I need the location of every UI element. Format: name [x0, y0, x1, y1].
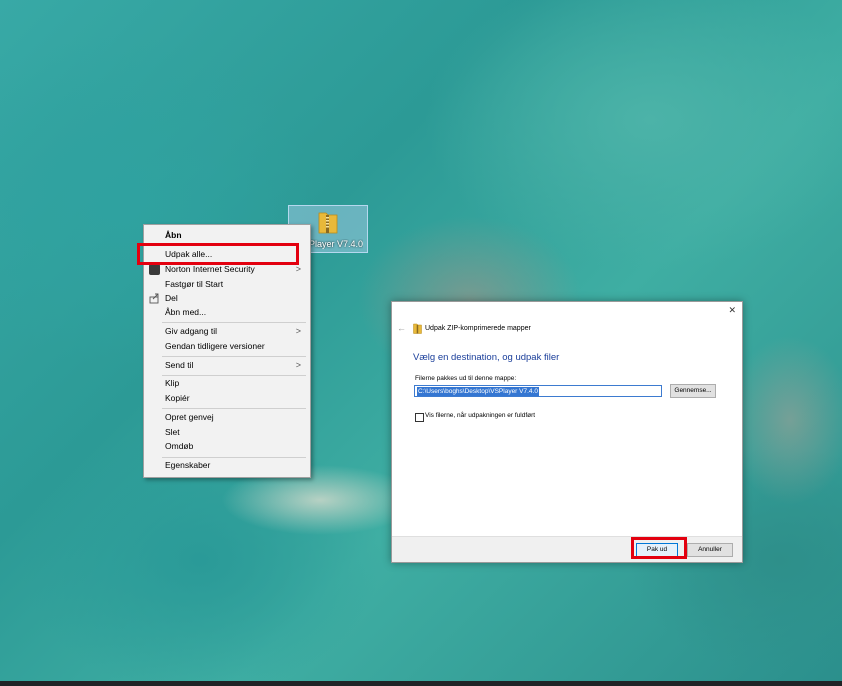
cancel-button[interactable]: Annuller	[687, 543, 733, 557]
menu-item-label: Giv adgang til	[165, 326, 217, 336]
menu-item-copy[interactable]: Kopiér	[144, 391, 310, 406]
menu-item-cut[interactable]: Klip	[144, 376, 310, 391]
chevron-right-icon: >	[295, 326, 301, 336]
destination-path-input[interactable]: C:\Users\boghs\Desktop\VSPlayer V7.4.0	[414, 385, 662, 397]
browse-button[interactable]: Gennemse...	[670, 384, 716, 398]
menu-item-share[interactable]: Del	[144, 291, 310, 306]
menu-item-give-access[interactable]: Giv adgang til >	[144, 324, 310, 339]
menu-item-label: Klip	[165, 378, 180, 388]
share-icon	[149, 293, 159, 304]
menu-separator	[162, 322, 306, 323]
zip-folder-icon	[318, 212, 338, 234]
menu-item-open-with[interactable]: Åbn med...	[144, 305, 310, 320]
menu-item-label: Send til	[165, 360, 194, 370]
dialog-title: Udpak ZIP-komprimerede mapper	[425, 325, 531, 332]
destination-path-value: C:\Users\boghs\Desktop\VSPlayer V7.4.0	[417, 387, 539, 396]
dialog-heading: Vælg en destination, og udpak filer	[413, 352, 560, 363]
show-files-label: Vis filerne, når udpakningen er fuldført	[425, 412, 536, 419]
desktop-background: VSPlayer V7.4.0.zip Åbn Udpak alle... No…	[0, 0, 842, 686]
menu-item-label: Åbn med...	[165, 307, 207, 317]
menu-separator	[162, 408, 306, 409]
menu-item-label: Åbn	[165, 230, 182, 240]
menu-item-label: Omdøb	[165, 441, 194, 451]
menu-item-label: Egenskaber	[165, 460, 211, 470]
menu-item-label: Fastgør til Start	[165, 279, 224, 289]
menu-item-label: Del	[165, 293, 178, 303]
chevron-right-icon: >	[295, 360, 301, 370]
extract-button-highlight	[631, 537, 687, 559]
menu-item-label: Gendan tidligere versioner	[165, 341, 265, 351]
menu-item-rename[interactable]: Omdøb	[144, 439, 310, 454]
menu-item-label: Kopiér	[165, 393, 190, 403]
menu-item-pin-to-start[interactable]: Fastgør til Start	[144, 277, 310, 292]
extract-all-highlight	[137, 243, 299, 265]
menu-item-label: Slet	[165, 427, 180, 437]
menu-separator	[162, 356, 306, 357]
taskbar-edge	[0, 681, 842, 686]
menu-item-properties[interactable]: Egenskaber	[144, 458, 310, 473]
close-icon[interactable]: ✕	[728, 305, 736, 316]
menu-item-send-to[interactable]: Send til >	[144, 358, 310, 373]
destination-label: Filerne pakkes ud til denne mappe:	[415, 375, 517, 382]
menu-item-open[interactable]: Åbn	[144, 228, 310, 243]
menu-item-restore-versions[interactable]: Gendan tidligere versioner	[144, 339, 310, 354]
back-arrow-icon[interactable]: ←	[397, 323, 406, 333]
norton-icon	[149, 264, 160, 275]
menu-item-create-shortcut[interactable]: Opret genvej	[144, 410, 310, 425]
zip-folder-icon	[413, 323, 422, 334]
show-files-checkbox[interactable]	[415, 413, 424, 422]
menu-item-label: Opret genvej	[165, 412, 214, 422]
extract-zip-dialog: ✕ ← Udpak ZIP-komprimerede mapper Vælg e…	[391, 301, 743, 563]
menu-item-delete[interactable]: Slet	[144, 425, 310, 440]
